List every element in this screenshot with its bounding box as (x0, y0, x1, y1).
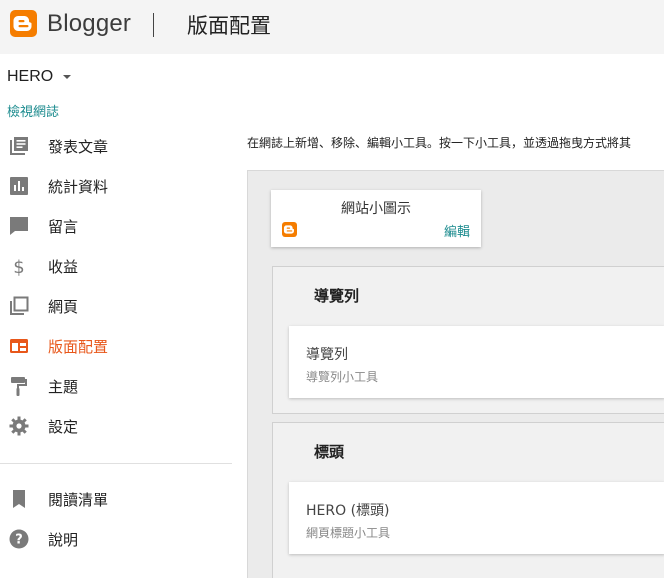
page-title: 版面配置 (187, 14, 271, 38)
section-title: 標頭 (314, 443, 345, 461)
sidebar-item-label: 留言 (48, 218, 79, 236)
reading-list-icon (13, 490, 25, 508)
gadget-description: 導覽列小工具 (306, 370, 379, 384)
sidebar-item-label: 統計資料 (48, 178, 109, 196)
sidebar-item-label: 收益 (48, 258, 79, 276)
brand-name[interactable]: Blogger (47, 10, 131, 38)
view-blog-link[interactable]: 檢視網誌 (7, 101, 59, 120)
section-header: 標頭 HERO (標頭) 網頁標題小工具 (272, 422, 664, 578)
svg-text:$: $ (13, 257, 24, 277)
stats-icon (10, 177, 28, 195)
sidebar-item-earnings[interactable]: $ 收益 (0, 250, 232, 282)
title-divider (153, 13, 154, 37)
sidebar-item-layout[interactable]: 版面配置 (0, 330, 232, 362)
sidebar-item-label: 發表文章 (48, 138, 109, 156)
pages-icon (10, 296, 29, 315)
gadget-description: 網頁標題小工具 (306, 526, 391, 540)
section-navbar: 導覽列 導覽列 導覽列小工具 (272, 266, 664, 414)
sidebar-item-label: 閱讀清單 (48, 491, 109, 509)
blogger-logo-icon[interactable] (10, 10, 37, 37)
gadget-header[interactable]: HERO (標頭) 網頁標題小工具 (289, 482, 664, 554)
top-bar: Blogger 版面配置 (0, 0, 664, 54)
gadget-name: 導覽列 (306, 347, 348, 363)
layout-icon (10, 339, 28, 353)
sidebar-item-comments[interactable]: 留言 (0, 210, 232, 242)
earnings-icon: $ (13, 257, 24, 277)
sidebar-divider (0, 463, 232, 464)
layout-instruction: 在網誌上新增、移除、編輯小工具。按一下小工具，並透過拖曳方式將其 (247, 136, 632, 150)
sidebar-item-label: 設定 (48, 418, 79, 436)
favicon-gadget-name: 網站小圖示 (341, 201, 411, 217)
gadget-name: HERO (標頭) (306, 503, 390, 519)
comments-icon (10, 217, 28, 235)
blog-name: HERO (7, 68, 54, 85)
settings-icon (9, 416, 29, 436)
favicon-gadget-card: 網站小圖示 編輯 (271, 190, 481, 247)
dropdown-caret-icon (63, 75, 72, 79)
blogger-favicon-icon (282, 222, 297, 237)
sidebar-item-stats[interactable]: 統計資料 (0, 170, 232, 202)
sidebar-item-label: 版面配置 (48, 338, 109, 356)
svg-text:?: ? (15, 533, 23, 548)
theme-icon (11, 377, 27, 396)
section-title: 導覽列 (314, 287, 360, 305)
sidebar-item-pages[interactable]: 網頁 (0, 290, 232, 322)
sidebar-item-help[interactable]: ? 說明 (0, 523, 232, 555)
sidebar-item-reading-list[interactable]: 閱讀清單 (0, 483, 232, 515)
blog-selector[interactable]: HERO (7, 68, 72, 86)
posts-icon (10, 137, 28, 155)
favicon-edit-link[interactable]: 編輯 (444, 221, 470, 240)
sidebar-item-posts[interactable]: 發表文章 (0, 130, 232, 162)
sidebar-item-settings[interactable]: 設定 (0, 410, 232, 442)
gadget-navbar[interactable]: 導覽列 導覽列小工具 (289, 326, 664, 398)
sidebar-item-label: 網頁 (48, 298, 79, 316)
sidebar-item-label: 說明 (48, 531, 79, 549)
help-icon: ? (9, 529, 29, 549)
sidebar-item-theme[interactable]: 主題 (0, 370, 232, 402)
sidebar-item-label: 主題 (48, 378, 79, 396)
